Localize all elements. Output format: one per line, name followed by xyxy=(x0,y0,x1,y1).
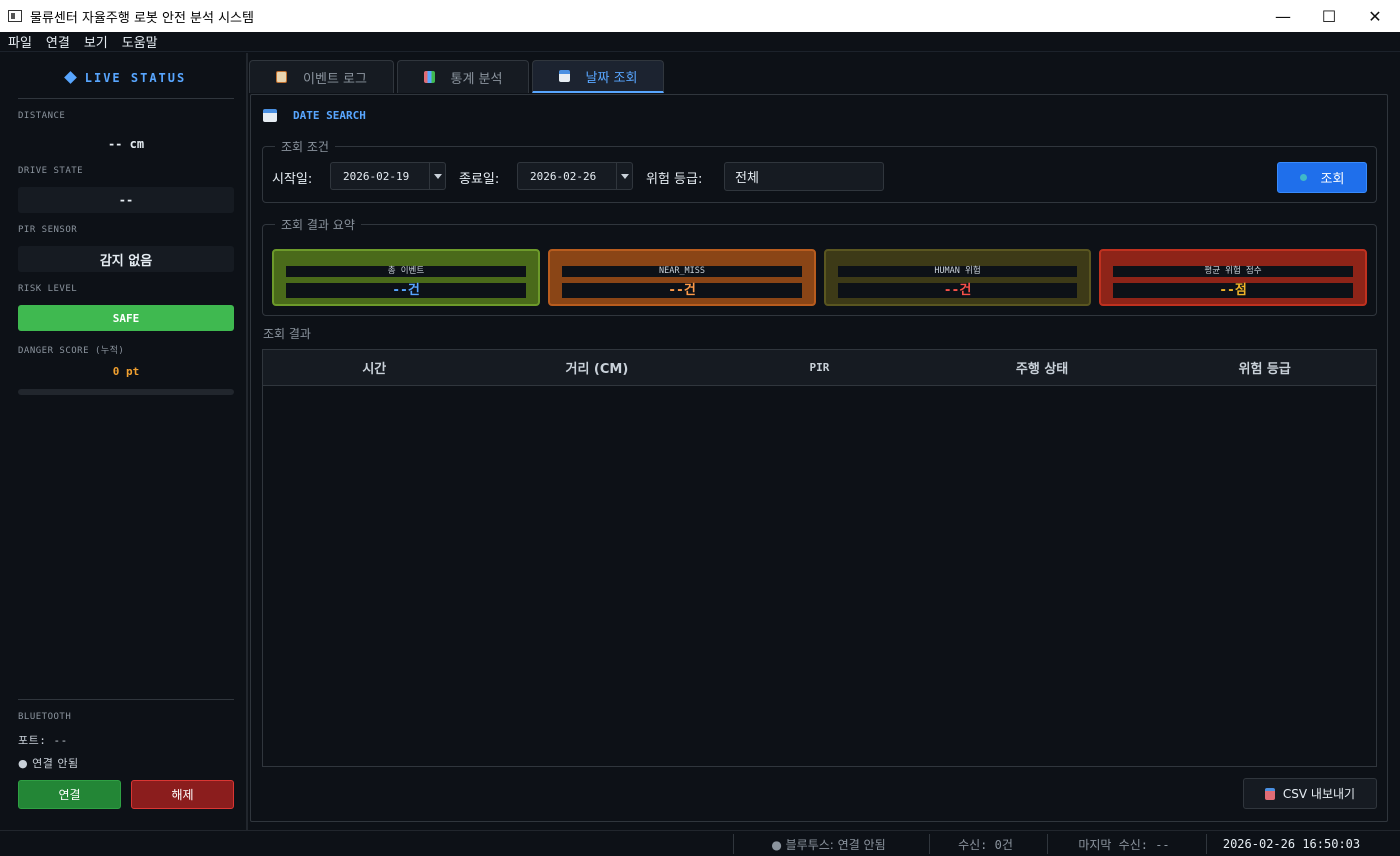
card-label: NEAR_MISS xyxy=(562,266,802,277)
bluetooth-label: BLUETOOTH xyxy=(18,712,72,722)
risk-level-badge: SAFE xyxy=(18,305,234,331)
results-table[interactable]: 시간 거리 (CM) PIR 주행 상태 위험 등급 xyxy=(262,349,1377,767)
live-status-title: LIVE STATUS xyxy=(18,71,234,85)
danger-score-value: 0 pt xyxy=(112,365,140,378)
date-search-title: DATE SEARCH xyxy=(263,109,366,122)
menu-help[interactable]: 도움말 xyxy=(122,32,158,51)
chevron-down-icon[interactable] xyxy=(616,163,632,189)
pir-sensor-label: PIR SENSOR xyxy=(18,225,78,235)
risk-grade-select[interactable]: 전체 xyxy=(724,162,884,191)
status-bar: ● 블루투스: 연결 안됨 수신: 0건 마지막 수신: -- 2026-02-… xyxy=(0,830,1400,856)
summary-card-total: 총 이벤트 --건 xyxy=(272,249,540,306)
diamond-icon xyxy=(63,71,77,84)
column-header-time[interactable]: 시간 xyxy=(263,350,486,385)
card-label: HUMAN 위험 xyxy=(838,266,1077,277)
calendar-icon xyxy=(263,109,277,122)
column-header-distance[interactable]: 거리 (CM) xyxy=(486,350,709,385)
title-bar: 물류센터 자율주행 로봇 안전 분석 시스템 — ☐ ✕ xyxy=(0,0,1400,32)
tab-date-search[interactable]: 날짜 조회 xyxy=(532,60,664,93)
window-title: 물류센터 자율주행 로봇 안전 분석 시스템 xyxy=(30,10,254,26)
csv-export-button[interactable]: CSV 내보내기 xyxy=(1243,778,1377,809)
tab-event-log[interactable]: 이벤트 로그 xyxy=(249,60,394,93)
divider xyxy=(18,699,234,700)
table-header: 시간 거리 (CM) PIR 주행 상태 위험 등급 xyxy=(263,350,1376,386)
summary-card-human-risk: HUMAN 위험 --건 xyxy=(824,249,1091,306)
danger-score-label: DANGER SCORE (누적) xyxy=(18,346,125,356)
column-header-risk-grade[interactable]: 위험 등급 xyxy=(1153,350,1376,385)
summary-card-avg-score: 평균 위험 점수 --점 xyxy=(1099,249,1367,306)
maximize-button[interactable]: ☐ xyxy=(1306,0,1352,32)
start-date-input[interactable]: 2026-02-19 xyxy=(330,162,446,190)
search-icon xyxy=(1299,174,1307,181)
connection-status: ● 연결 안됨 xyxy=(18,757,79,770)
summary-card-near-miss: NEAR_MISS --건 xyxy=(548,249,816,306)
chevron-down-icon[interactable] xyxy=(429,163,445,189)
received-count: 수신: 0건 xyxy=(929,834,1041,854)
risk-grade-label: 위험 등급: xyxy=(646,172,703,187)
clock: 2026-02-26 16:50:03 xyxy=(1206,834,1376,854)
card-value: --건 xyxy=(838,283,1077,298)
last-received: 마지막 수신: -- xyxy=(1047,834,1200,854)
column-header-pir[interactable]: PIR xyxy=(708,350,931,385)
end-date-input[interactable]: 2026-02-26 xyxy=(517,162,633,190)
close-button[interactable]: ✕ xyxy=(1352,0,1398,32)
menu-view[interactable]: 보기 xyxy=(84,32,108,51)
tab-bar: 이벤트 로그 통계 분석 날짜 조회 xyxy=(249,60,667,94)
drive-state-label: DRIVE STATE xyxy=(18,166,84,176)
pir-sensor-value: 감지 없음 xyxy=(18,246,234,272)
search-button[interactable]: 조회 xyxy=(1277,162,1367,193)
summary-group-title: 조회 결과 요약 xyxy=(275,216,361,233)
drive-state-value: -- xyxy=(18,187,234,213)
results-label: 조회 결과 xyxy=(263,327,311,341)
menu-file[interactable]: 파일 xyxy=(8,32,32,51)
live-status-panel: LIVE STATUS DISTANCE -- cm DRIVE STATE -… xyxy=(0,53,248,830)
clipboard-icon xyxy=(276,71,288,83)
conditions-group-title: 조회 조건 xyxy=(275,138,335,155)
distance-value: -- cm xyxy=(107,137,145,151)
app-icon xyxy=(8,10,22,22)
card-label: 평균 위험 점수 xyxy=(1113,266,1353,277)
export-icon xyxy=(1264,787,1275,800)
card-value: --건 xyxy=(286,283,526,298)
end-date-label: 종료일: xyxy=(459,172,500,187)
distance-label: DISTANCE xyxy=(18,111,66,121)
tab-statistics[interactable]: 통계 분석 xyxy=(397,60,529,93)
menu-connection[interactable]: 연결 xyxy=(46,32,70,51)
calendar-icon xyxy=(558,70,570,82)
port-text: 포트: -- xyxy=(18,734,68,747)
danger-score-progress xyxy=(18,389,234,395)
card-value: --건 xyxy=(562,283,802,298)
risk-level-label: RISK LEVEL xyxy=(18,284,78,294)
connect-button[interactable]: 연결 xyxy=(18,780,121,809)
disconnect-button[interactable]: 해제 xyxy=(131,780,234,809)
divider xyxy=(18,98,234,99)
card-label: 총 이벤트 xyxy=(286,266,526,277)
chart-icon xyxy=(423,71,435,83)
card-value: --점 xyxy=(1113,283,1353,298)
menu-bar: 파일 연결 보기 도움말 xyxy=(0,32,1400,52)
minimize-button[interactable]: — xyxy=(1260,0,1306,32)
column-header-drive-state[interactable]: 주행 상태 xyxy=(931,350,1154,385)
bluetooth-status: ● 블루투스: 연결 안됨 xyxy=(733,834,923,854)
start-date-label: 시작일: xyxy=(272,172,313,187)
